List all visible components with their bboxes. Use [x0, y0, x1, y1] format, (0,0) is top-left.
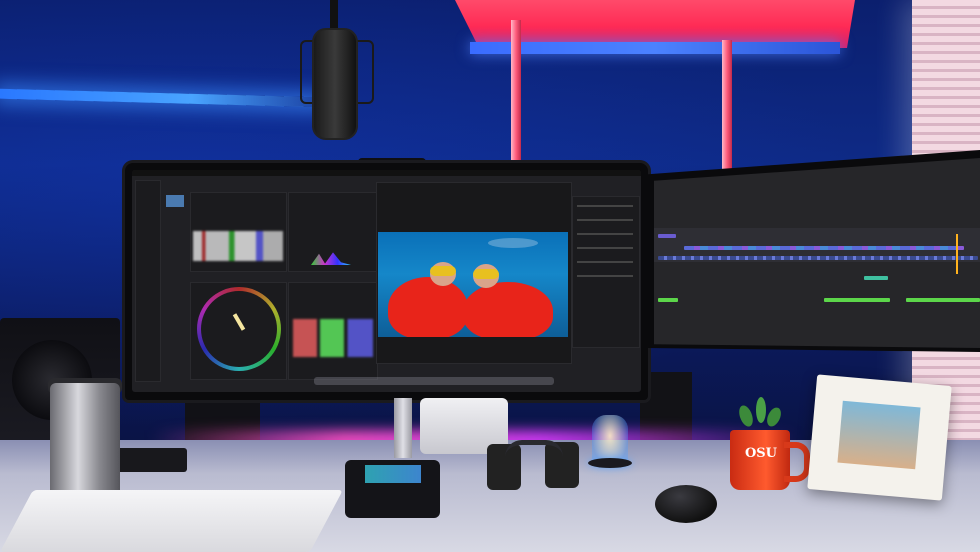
inspector-row: [577, 233, 633, 235]
timeline-clip-strip: [658, 256, 978, 260]
leaf: [736, 403, 756, 429]
diver-right: [463, 282, 553, 337]
timeline-playhead: [956, 234, 958, 274]
studio-microphone: [312, 28, 358, 140]
diver-left-mask: [430, 266, 456, 276]
shelf-rail-right: [722, 40, 732, 170]
histogram-scope: [288, 192, 378, 272]
shark-silhouette: [488, 238, 538, 248]
diver-right-mask: [473, 269, 499, 279]
timeline-audio-clip: [824, 298, 890, 302]
macos-dock: [314, 377, 554, 385]
desk-lamp-base: [588, 458, 632, 468]
inspector-panel: [572, 196, 640, 348]
inspector-row: [577, 219, 633, 221]
inspector-row: [577, 247, 633, 249]
parade-scope: [288, 282, 378, 380]
waveform-trace: [193, 231, 283, 261]
inspector-row: [577, 205, 633, 207]
monitor-stand: [394, 398, 412, 458]
viewer-video-frame: [378, 232, 568, 337]
shelf-rail-left: [511, 20, 521, 180]
diver-left: [388, 277, 468, 337]
timeline-clip: [658, 234, 676, 238]
leaf: [756, 397, 766, 423]
media-pool-panel: [135, 180, 161, 382]
keyboard: [0, 490, 343, 552]
app-menubar: [132, 170, 641, 176]
histogram-trace: [311, 252, 351, 265]
waveform-scope: [190, 192, 287, 272]
vectorscope-inner: [201, 291, 277, 367]
plant: [734, 395, 786, 435]
leaf: [764, 405, 784, 429]
headband: [505, 440, 563, 457]
mouse: [655, 485, 717, 523]
timeline-audio-clip: [658, 298, 678, 302]
inspector-row: [577, 275, 633, 277]
controller-buttons: [365, 465, 421, 483]
timeline-clip-strip: [684, 246, 964, 250]
vectorscope: [190, 282, 287, 380]
timeline-audio-clip: [864, 276, 888, 280]
audio-interface: [115, 448, 187, 472]
clip-thumbnail: [166, 195, 184, 207]
headphones: [487, 440, 582, 495]
framed-photo: [837, 400, 921, 470]
ultrawide-monitor-screen: [132, 170, 641, 392]
inspector-row: [577, 261, 633, 263]
parade-trace: [293, 319, 373, 357]
mug-logo-text: OSU: [744, 446, 778, 461]
mug-handle: [784, 442, 810, 482]
timeline-audio-clip: [906, 298, 980, 302]
shelf-led-edge: [470, 42, 840, 54]
desk-setup-scene: OSU: [0, 0, 980, 552]
side-monitor-screen: [654, 158, 980, 348]
